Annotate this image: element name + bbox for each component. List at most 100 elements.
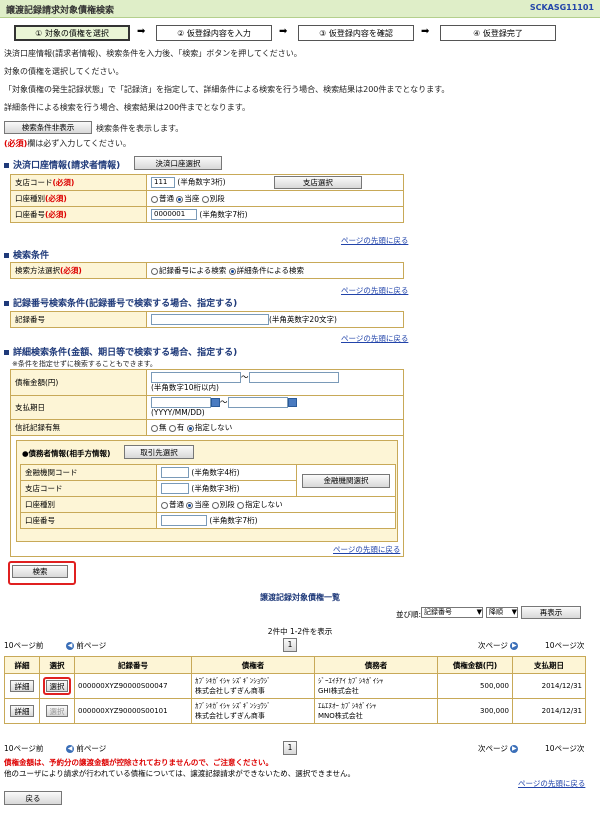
trust-yes-radio[interactable] xyxy=(168,424,176,432)
page-top-link[interactable]: ページの先頭に戻る xyxy=(341,285,408,296)
debtor-account-number-input[interactable] xyxy=(161,515,207,527)
section-bullet-icon xyxy=(4,253,9,258)
search-method-form: 検索方法選択(必須) 記録番号による検索 詳細条件による検索 xyxy=(10,262,404,279)
required-note: (必須)欄は必ず入力してください。 xyxy=(4,138,131,149)
section-bullet-icon xyxy=(4,163,9,168)
redisplay-button[interactable]: 再表示 xyxy=(521,606,581,619)
amount-hint: (半角数字10桁以内) xyxy=(151,383,219,392)
page-number-button[interactable]: 1 xyxy=(283,741,297,755)
prev-10-pages-link[interactable]: 10ページ前 xyxy=(4,743,43,754)
col-header-creditor: 債権者 xyxy=(191,656,315,674)
selection-note: 他のユーザにより請求が行われている債権については、譲渡記録請求ができないため、選… xyxy=(4,769,355,778)
creditor-cell: ｶﾌﾞｼｷｶﾞｲｼｬ ｼｽﾞｷﾞﾝｼｮｳｼﾞ 株式会社しずぎん商事 xyxy=(191,698,315,724)
page-top-link[interactable]: ページの先頭に戻る xyxy=(341,235,408,246)
amount-cell: 500,000 xyxy=(437,673,513,699)
debtor-cell: ｼﾞｰｴｲﾁｱｲ ｶﾌﾞｼｷｶﾞｲｼｬ GHI株式会社 xyxy=(314,673,438,699)
next-10-pages-link[interactable]: 10ページ次 xyxy=(545,743,584,754)
sort-select[interactable]: 記録番号 ▼ xyxy=(421,607,483,618)
page-top-link[interactable]: ページの先頭に戻る xyxy=(333,544,400,555)
branch-select-button[interactable]: 支店選択 xyxy=(273,176,362,189)
debtor-title: ●債務者情報(相手方情報) xyxy=(22,449,111,458)
due-date-from-input[interactable] xyxy=(151,397,211,408)
search-by-detail-radio[interactable] xyxy=(228,267,236,275)
account-number-hint: (半角数字7桁) xyxy=(199,209,248,219)
trust-none-radio[interactable] xyxy=(151,424,158,432)
debtor-form: 金融機関コード (半角数字4桁) 金融機関選択 支店コード (半角数字3桁) 口… xyxy=(20,464,396,529)
next-page-link[interactable]: 次ページ ▶ xyxy=(478,743,519,754)
required-mark: (必須) xyxy=(4,139,28,148)
due-date-label: 支払期日 xyxy=(10,395,147,420)
record-number-hint: (半角英数字20文字) xyxy=(269,314,337,324)
chevron-right-icon: ▶ xyxy=(510,642,519,650)
account-type-label: 口座種別(必須) xyxy=(10,190,147,207)
next-10-pages-link[interactable]: 10ページ次 xyxy=(545,640,584,651)
calendar-icon[interactable] xyxy=(287,398,297,407)
prev-10-pages-link[interactable]: 10ページ前 xyxy=(4,640,43,651)
toggle-text: 検索条件を表示します。 xyxy=(96,124,184,133)
prev-page-link[interactable]: ◀ 前ページ xyxy=(66,640,106,651)
record-number-cell: 000000XYZ90000S00101 xyxy=(74,698,192,724)
debtor-account-current-radio[interactable] xyxy=(186,501,194,509)
amount-from-input[interactable] xyxy=(151,372,241,383)
branch-code-label: 支店コード(必須) xyxy=(10,174,147,191)
detail-button[interactable]: 詳細 xyxy=(10,680,34,692)
settlement-account-select-button[interactable]: 決済口座選択 xyxy=(134,156,222,170)
table-row: 詳細 選択 000000XYZ90000S00101 ｶﾌﾞｼｷｶﾞｲｼｬ ｼｽ… xyxy=(4,698,586,724)
debtor-branch-code-label: 支店コード xyxy=(20,480,157,497)
result-count: 2件中 1-2件を表示 xyxy=(267,627,333,636)
screen-code: SCKASG11101 xyxy=(529,3,594,12)
page-top-link[interactable]: ページの先頭に戻る xyxy=(518,778,585,789)
bank-select-button[interactable]: 金融機関選択 xyxy=(302,473,390,488)
col-header-amount: 債権金額(円) xyxy=(437,656,513,674)
due-date-to-input[interactable] xyxy=(227,397,288,408)
page-title: 譲渡記録請求対象債権検索 xyxy=(6,6,115,16)
debtor-account-number-label: 口座番号 xyxy=(20,512,157,529)
due-date-cell: 2014/12/31 xyxy=(512,673,586,699)
order-select[interactable]: 降順 ▼ xyxy=(486,607,518,618)
chevron-left-icon: ◀ xyxy=(66,642,74,650)
col-header-detail: 詳細 xyxy=(4,656,40,674)
detail-search-title: 詳細検索条件(金額、期日等で検索する場合、指定する) xyxy=(4,345,237,358)
record-number-input[interactable] xyxy=(151,314,269,326)
chevron-left-icon: ◀ xyxy=(66,745,74,753)
step-4: ④ 仮登録完了 xyxy=(440,25,556,41)
col-header-record-number: 記録番号 xyxy=(74,656,192,674)
next-page-link[interactable]: 次ページ ▶ xyxy=(478,640,519,651)
page-number-button[interactable]: 1 xyxy=(283,638,297,652)
detail-button[interactable]: 詳細 xyxy=(10,705,34,717)
account-type-radio-current[interactable] xyxy=(176,195,184,203)
debtor-account-unspecified-radio[interactable] xyxy=(237,501,245,509)
debtor-account-normal-radio[interactable] xyxy=(161,501,168,509)
step-arrow-icon: ➡ xyxy=(279,26,288,37)
prev-page-link[interactable]: ◀ 前ページ xyxy=(66,743,106,754)
step-arrow-icon: ➡ xyxy=(137,26,146,37)
step-arrow-icon: ➡ xyxy=(421,26,430,37)
search-button[interactable]: 検索 xyxy=(12,565,68,578)
account-number-input[interactable]: 0000001 xyxy=(151,209,197,221)
partner-select-button[interactable]: 取引先選択 xyxy=(124,445,194,459)
account-type-radio-normal[interactable] xyxy=(151,195,158,203)
branch-code-input[interactable]: 111 xyxy=(151,177,175,188)
trust-unspecified-radio[interactable] xyxy=(186,424,194,432)
hide-conditions-button[interactable]: 検索条件非表示 xyxy=(4,121,92,134)
creditor-cell: ｶﾌﾞｼｷｶﾞｲｼｬ ｼｽﾞｷﾞﾝｼｮｳｼﾞ 株式会社しずぎん商事 xyxy=(191,673,315,699)
page-top-link[interactable]: ページの先頭に戻る xyxy=(341,333,408,344)
calendar-icon[interactable] xyxy=(211,398,220,407)
chevron-down-icon: ▼ xyxy=(476,608,482,616)
results-header-row: 詳細 選択 記録番号 債権者 債務者 債権金額(円) 支払期日 xyxy=(4,656,586,674)
sort-label: 並び順: xyxy=(396,610,422,619)
table-row: 詳細 選択 000000XYZ90000S00047 ｶﾌﾞｼｷｶﾞｲｼｬ ｼｽ… xyxy=(4,673,586,699)
col-header-select: 選択 xyxy=(39,656,75,674)
amount-to-input[interactable] xyxy=(248,372,339,383)
instruction-3: 「対象債権の発生記録状態」で「記録済」を指定して、詳細条件による検索を行う場合、… xyxy=(4,85,450,94)
select-button[interactable]: 選択 xyxy=(46,680,68,692)
debtor-branch-code-input[interactable] xyxy=(161,483,189,495)
debtor-account-special-radio[interactable] xyxy=(211,501,219,509)
back-button[interactable]: 戻る xyxy=(4,791,62,805)
bank-code-input[interactable] xyxy=(161,467,189,479)
col-header-debtor: 債務者 xyxy=(314,656,438,674)
search-by-record-radio[interactable] xyxy=(151,267,158,275)
record-search-title: 記録番号検索条件(記録番号で検索する場合、指定する) xyxy=(4,296,237,309)
step-3: ③ 仮登録内容を確認 xyxy=(298,25,414,41)
account-type-radio-special[interactable] xyxy=(201,195,209,203)
